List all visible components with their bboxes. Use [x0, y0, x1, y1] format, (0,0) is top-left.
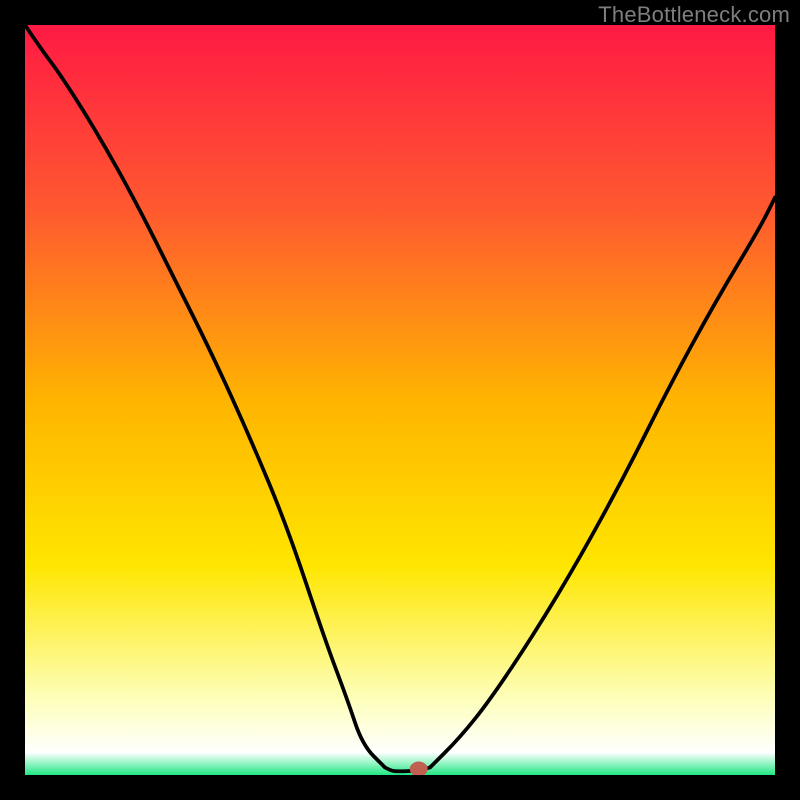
chart-svg	[25, 25, 775, 775]
plot-area	[25, 25, 775, 775]
chart-frame: TheBottleneck.com	[0, 0, 800, 800]
watermark: TheBottleneck.com	[598, 2, 790, 28]
